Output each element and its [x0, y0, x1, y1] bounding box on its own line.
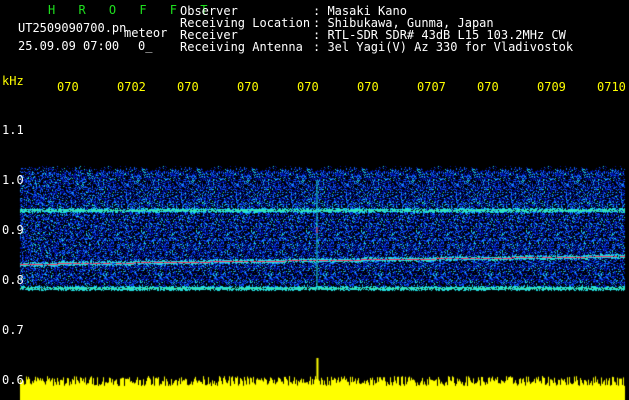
y-tick-label: 1.1 — [2, 123, 24, 137]
spectrogram-canvas — [0, 0, 629, 400]
y-axis-label: kHz — [2, 74, 24, 88]
time-tick-label: 0707 — [417, 81, 446, 93]
y-tick-label: 0.6 — [2, 373, 24, 387]
y-tick-label: 0.7 — [2, 323, 24, 337]
y-tick-label: 1.0 — [2, 173, 24, 187]
time-tick-label: 0709 — [537, 81, 566, 93]
time-tick-label: 0702 — [117, 81, 146, 93]
time-tick-label: 070 — [477, 81, 499, 93]
time-tick-label: 070 — [57, 81, 79, 93]
antenna-value: : 3el Yagi(V) Az 330 for Vladivostok — [313, 40, 574, 54]
time-tick-label: 070 — [237, 81, 259, 93]
y-tick-label: 0.9 — [2, 223, 24, 237]
date-time: 25.09.09 07:00 — [18, 39, 120, 53]
time-tick-label: 0710 — [597, 81, 626, 93]
time-tick-label: 070 — [297, 81, 319, 93]
y-tick-label: 0.8 — [2, 273, 24, 287]
antenna-label: Receiving Antenna — [180, 40, 303, 54]
time-tick-label: 070 — [357, 81, 379, 93]
counter: 0_ — [138, 39, 153, 53]
mode-label: meteor — [124, 26, 168, 40]
time-tick-label: 070 — [177, 81, 199, 93]
file-name: UT2509090700.pn — [18, 21, 127, 35]
